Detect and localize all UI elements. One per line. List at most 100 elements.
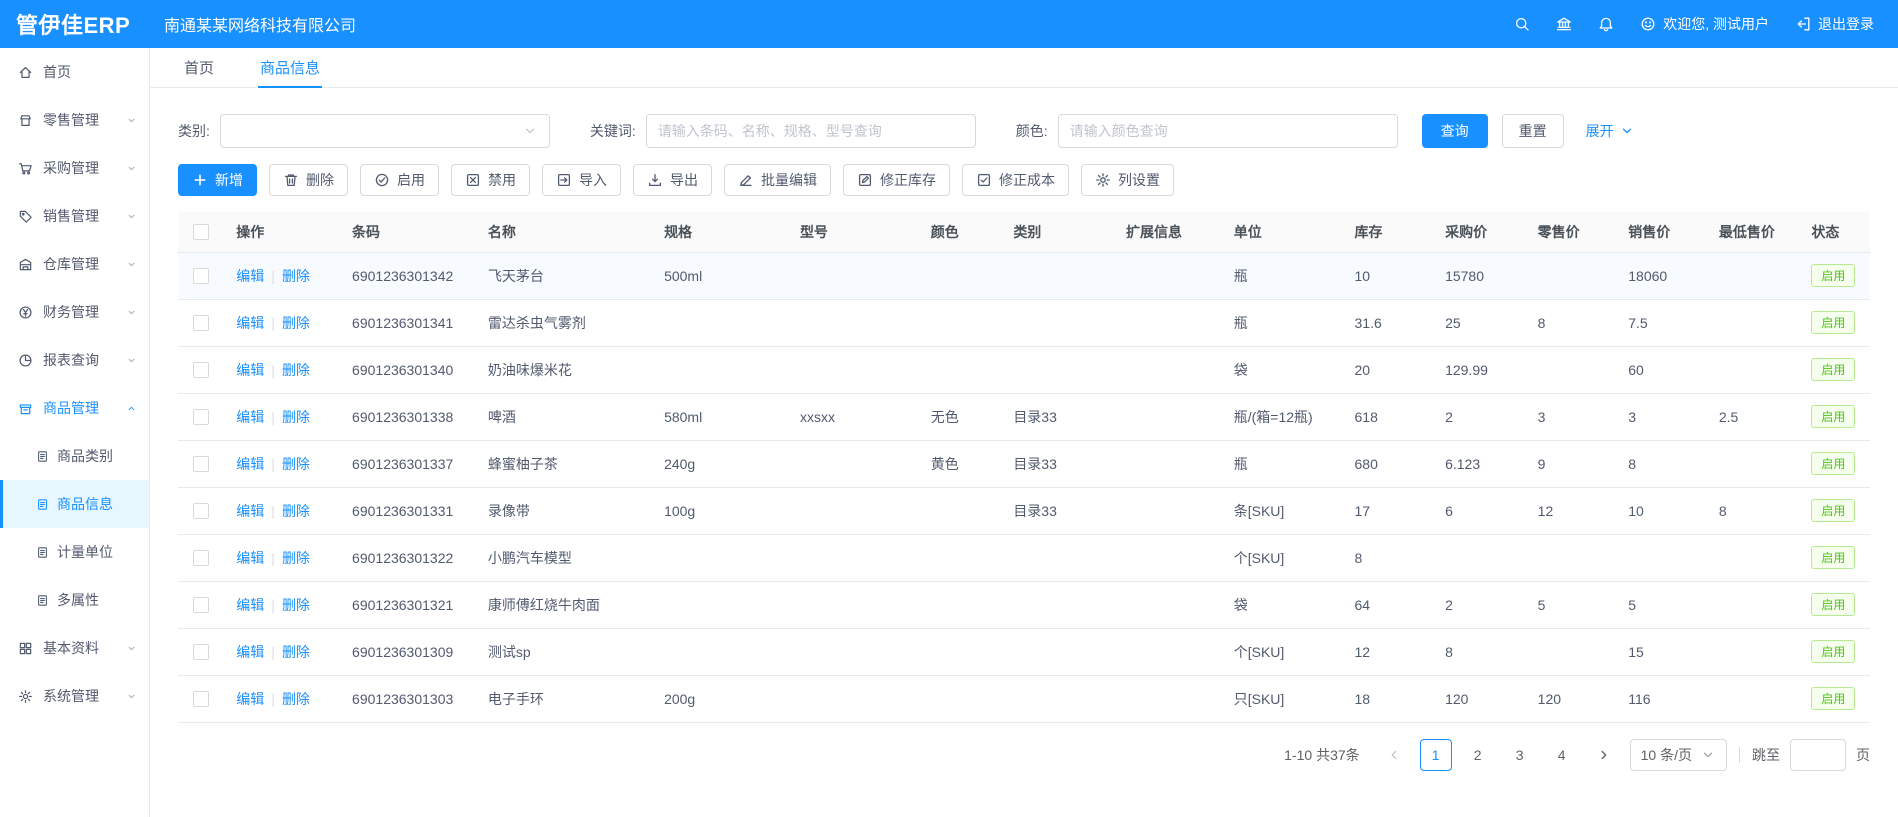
page-size-select[interactable]: 10 条/页 [1630, 739, 1727, 771]
table-row[interactable]: 编辑|删除6901236301309测试sp个[SKU]12815启用 [178, 628, 1870, 675]
delete-link[interactable]: 删除 [282, 409, 310, 425]
sidebar-item-goods-category[interactable]: 商品类别 [0, 432, 149, 480]
delete-link[interactable]: 删除 [282, 644, 310, 660]
delete-link[interactable]: 删除 [282, 315, 310, 331]
delete-link[interactable]: 删除 [282, 362, 310, 378]
bank-button[interactable] [1556, 16, 1572, 32]
select-all-checkbox[interactable] [193, 224, 209, 240]
sales-icon [18, 209, 33, 224]
row-checkbox[interactable] [193, 409, 209, 425]
reset-button[interactable]: 重置 [1502, 114, 1564, 148]
batch-edit-button[interactable]: 批量编辑 [724, 164, 831, 196]
status-badge: 启用 [1811, 687, 1855, 710]
edit-link[interactable]: 编辑 [236, 550, 264, 566]
page-button-4[interactable]: 4 [1546, 739, 1578, 771]
cell-name: 蜂蜜柚子茶 [476, 440, 652, 487]
table-row[interactable]: 编辑|删除6901236301337蜂蜜柚子茶240g黄色目录33瓶6806.1… [178, 440, 1870, 487]
edit-link[interactable]: 编辑 [236, 456, 264, 472]
edit-link[interactable]: 编辑 [236, 268, 264, 284]
row-status: 启用 [1799, 346, 1870, 393]
table-row[interactable]: 编辑|删除6901236301342飞天茅台500ml瓶101578018060… [178, 252, 1870, 299]
edit-link[interactable]: 编辑 [236, 503, 264, 519]
page-button-3[interactable]: 3 [1504, 739, 1536, 771]
table-row[interactable]: 编辑|删除6901236301340奶油味爆米花袋20129.9960启用 [178, 346, 1870, 393]
sidebar-item-retail[interactable]: 零售管理 [0, 96, 149, 144]
edit-link[interactable]: 编辑 [236, 315, 264, 331]
color-input[interactable] [1058, 114, 1398, 148]
cell-ext-info [1114, 393, 1222, 440]
keyword-input[interactable] [646, 114, 976, 148]
row-checkbox[interactable] [193, 550, 209, 566]
jump-page-input[interactable] [1790, 739, 1846, 771]
sidebar-item-goods[interactable]: 商品管理 [0, 384, 149, 432]
delete-link[interactable]: 删除 [282, 268, 310, 284]
export-icon [647, 172, 663, 188]
cell-stock: 31.6 [1343, 299, 1434, 346]
export-button[interactable]: 导出 [633, 164, 712, 196]
row-checkbox[interactable] [193, 362, 209, 378]
table-row[interactable]: 编辑|删除6901236301321康师傅红烧牛肉面袋64255启用 [178, 581, 1870, 628]
sidebar-item-system[interactable]: 系统管理 [0, 672, 149, 720]
edit-link[interactable]: 编辑 [236, 362, 264, 378]
table-row[interactable]: 编辑|删除6901236301322小鹏汽车模型个[SKU]8启用 [178, 534, 1870, 581]
user-welcome[interactable]: 欢迎您, 测试用户 [1640, 14, 1769, 34]
table-row[interactable]: 编辑|删除6901236301338啤酒580mlxxsxx无色目录33瓶/(箱… [178, 393, 1870, 440]
delete-link[interactable]: 删除 [282, 691, 310, 707]
fix-cost-button[interactable]: 修正成本 [962, 164, 1069, 196]
sidebar-item-warehouse[interactable]: 仓库管理 [0, 240, 149, 288]
page-button-1[interactable]: 1 [1420, 739, 1452, 771]
sidebar-item-measure-unit[interactable]: 计量单位 [0, 528, 149, 576]
import-button[interactable]: 导入 [542, 164, 621, 196]
search-button[interactable]: 查询 [1422, 114, 1488, 148]
bell-button[interactable] [1598, 16, 1614, 32]
row-checkbox[interactable] [193, 597, 209, 613]
sidebar-item-sales[interactable]: 销售管理 [0, 192, 149, 240]
row-checkbox[interactable] [193, 456, 209, 472]
edit-link[interactable]: 编辑 [236, 597, 264, 613]
row-checkbox[interactable] [193, 644, 209, 660]
app-logo[interactable]: 管伊佳ERP [0, 8, 150, 40]
next-page-button[interactable] [1588, 739, 1620, 771]
edit-link[interactable]: 编辑 [236, 691, 264, 707]
edit-link[interactable]: 编辑 [236, 409, 264, 425]
sidebar-item-multi-attribute[interactable]: 多属性 [0, 576, 149, 624]
table-row[interactable]: 编辑|删除6901236301341雷达杀虫气雾剂瓶31.62587.5启用 [178, 299, 1870, 346]
table-row[interactable]: 编辑|删除6901236301331录像带100g目录33条[SKU]17612… [178, 487, 1870, 534]
cell-sale-price: 60 [1616, 346, 1707, 393]
tab-home[interactable]: 首页 [182, 48, 216, 88]
row-checkbox[interactable] [193, 268, 209, 284]
fix-stock-button[interactable]: 修正库存 [843, 164, 950, 196]
cell-min-price [1707, 534, 1800, 581]
edit-link[interactable]: 编辑 [236, 644, 264, 660]
sidebar-item-home[interactable]: 首页 [0, 48, 149, 96]
sidebar-item-goods-info[interactable]: 商品信息 [0, 480, 149, 528]
row-checkbox[interactable] [193, 691, 209, 707]
prev-page-button[interactable] [1378, 739, 1410, 771]
delete-link[interactable]: 删除 [282, 597, 310, 613]
table-row[interactable]: 编辑|删除6901236301303电子手环200g只[SKU]18120120… [178, 675, 1870, 722]
sidebar-item-report[interactable]: 报表查询 [0, 336, 149, 384]
category-select[interactable] [220, 114, 550, 148]
company-name: 南通某某网络科技有限公司 [164, 12, 356, 36]
page-button-2[interactable]: 2 [1462, 739, 1494, 771]
expand-link[interactable]: 展开 [1586, 121, 1635, 141]
disable-button[interactable]: 禁用 [451, 164, 530, 196]
delete-button[interactable]: 删除 [269, 164, 348, 196]
delete-link[interactable]: 删除 [282, 456, 310, 472]
sidebar-menu: 首页零售管理采购管理销售管理仓库管理财务管理报表查询商品管理商品类别商品信息计量… [0, 48, 149, 720]
add-button[interactable]: 新增 [178, 164, 257, 196]
cell-spec [652, 581, 788, 628]
sidebar-item-basic-data[interactable]: 基本资料 [0, 624, 149, 672]
search-button[interactable] [1514, 16, 1530, 32]
enable-button[interactable]: 启用 [360, 164, 439, 196]
sidebar-item-finance[interactable]: 财务管理 [0, 288, 149, 336]
sidebar-item-purchase[interactable]: 采购管理 [0, 144, 149, 192]
delete-link[interactable]: 删除 [282, 550, 310, 566]
row-checkbox[interactable] [193, 315, 209, 331]
delete-link[interactable]: 删除 [282, 503, 310, 519]
row-checkbox[interactable] [193, 503, 209, 519]
status-badge: 启用 [1811, 640, 1855, 663]
column-settings-button[interactable]: 列设置 [1081, 164, 1174, 196]
tab-goods-info[interactable]: 商品信息 [258, 48, 322, 88]
logout-button[interactable]: 退出登录 [1795, 14, 1874, 34]
